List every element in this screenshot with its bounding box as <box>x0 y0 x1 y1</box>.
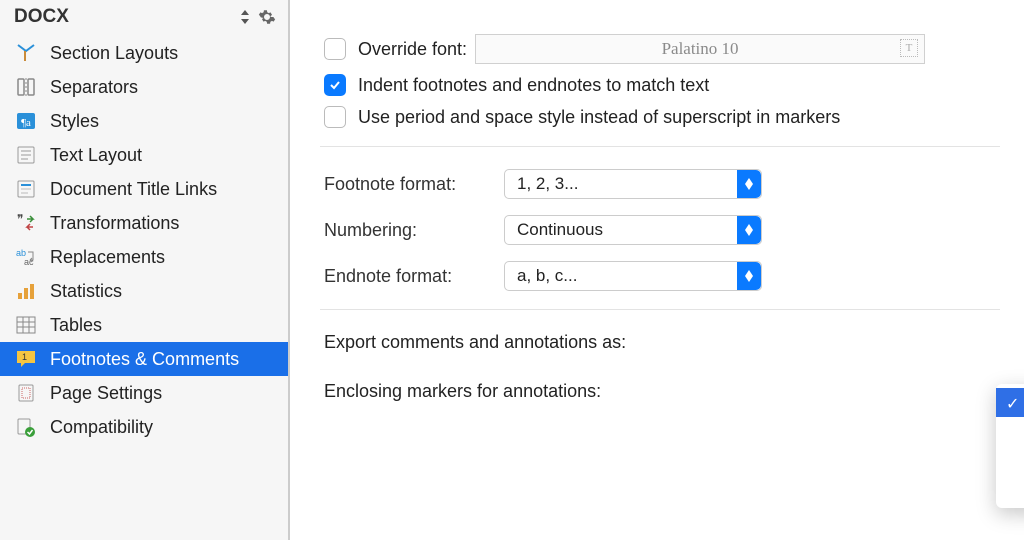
sidebar-item-tables[interactable]: Tables <box>0 308 288 342</box>
sidebar-item-label: Document Title Links <box>50 179 217 200</box>
sidebar-item-label: Separators <box>50 77 138 98</box>
footnote-format-value: 1, 2, 3... <box>517 174 578 194</box>
dropdown-item-footnotes[interactable]: Footnotes <box>996 446 1024 475</box>
select-arrows-icon <box>737 216 761 244</box>
numbering-select[interactable]: Continuous <box>504 215 762 245</box>
dropdown-item-inline-comments[interactable]: Inline comments <box>996 417 1024 446</box>
period-space-row: Use period and space style instead of su… <box>324 106 1000 128</box>
sidebar-item-statistics[interactable]: Statistics <box>0 274 288 308</box>
override-font-checkbox[interactable] <box>324 38 346 60</box>
divider-2 <box>320 309 1000 310</box>
sidebar-item-replacements[interactable]: abac Replacements <box>0 240 288 274</box>
sidebar-item-label: Page Settings <box>50 383 162 404</box>
indent-label: Indent footnotes and endnotes to match t… <box>358 75 709 96</box>
sidebar-item-label: Tables <box>50 315 102 336</box>
sidebar-item-label: Text Layout <box>50 145 142 166</box>
transformations-icon: ❞ <box>14 212 38 234</box>
sidebar-item-label: Replacements <box>50 247 165 268</box>
sidebar-item-footnotes-comments[interactable]: 1 Footnotes & Comments <box>0 342 288 376</box>
sidebar-item-separators[interactable]: Separators <box>0 70 288 104</box>
override-font-row: Override font: Palatino 10 T <box>324 34 1000 64</box>
export-dropdown: ✓ Margin comments Inline comments Footno… <box>996 384 1024 508</box>
indent-checkbox[interactable] <box>324 74 346 96</box>
sidebar-item-section-layouts[interactable]: Section Layouts <box>0 36 288 70</box>
period-space-checkbox[interactable] <box>324 106 346 128</box>
svg-text:¶a: ¶a <box>21 117 31 129</box>
endnote-format-label: Endnote format: <box>324 266 504 287</box>
indent-row: Indent footnotes and endnotes to match t… <box>324 74 1000 96</box>
enclosing-label: Enclosing markers for annotations: <box>324 381 1000 402</box>
sidebar-item-label: Compatibility <box>50 417 153 438</box>
dropdown-item-endnotes[interactable]: Endnotes <box>996 475 1024 504</box>
sidebar-item-text-layout[interactable]: Text Layout <box>0 138 288 172</box>
endnote-format-row: Endnote format: a, b, c... <box>324 261 1000 291</box>
sidebar-item-transformations[interactable]: ❞ Transformations <box>0 206 288 240</box>
svg-text:❞: ❞ <box>17 213 23 226</box>
sidebar-item-label: Statistics <box>50 281 122 302</box>
select-arrows-icon <box>737 170 761 198</box>
divider-1 <box>320 146 1000 147</box>
endnote-format-select[interactable]: a, b, c... <box>504 261 762 291</box>
sidebar-item-label: Styles <box>50 111 99 132</box>
export-label: Export comments and annotations as: <box>324 332 1000 353</box>
styles-icon: ¶a <box>14 110 38 132</box>
sidebar-item-document-title-links[interactable]: Document Title Links <box>0 172 288 206</box>
font-value: Palatino 10 <box>662 39 739 59</box>
numbering-value: Continuous <box>517 220 603 240</box>
sidebar-item-label: Section Layouts <box>50 43 178 64</box>
sidebar: DOCX Section Layouts Separators <box>0 0 290 540</box>
svg-text:1: 1 <box>22 352 27 362</box>
compatibility-icon <box>14 416 38 438</box>
main-panel: Override font: Palatino 10 T Indent foot… <box>290 0 1024 540</box>
footnote-format-label: Footnote format: <box>324 174 504 195</box>
text-layout-icon <box>14 144 38 166</box>
sidebar-item-compatibility[interactable]: Compatibility <box>0 410 288 444</box>
dropdown-item-margin-comments[interactable]: ✓ Margin comments <box>996 388 1024 417</box>
footnote-format-row: Footnote format: 1, 2, 3... <box>324 169 1000 199</box>
tables-icon <box>14 314 38 336</box>
replacements-icon: abac <box>14 246 38 268</box>
gear-icon[interactable] <box>256 6 278 28</box>
footnotes-comments-icon: 1 <box>14 348 38 370</box>
override-font-label: Override font: <box>358 39 467 60</box>
sidebar-item-styles[interactable]: ¶a Styles <box>0 104 288 138</box>
separators-icon <box>14 76 38 98</box>
font-field[interactable]: Palatino 10 T <box>475 34 925 64</box>
title-links-icon <box>14 178 38 200</box>
statistics-icon <box>14 280 38 302</box>
sidebar-item-label: Transformations <box>50 213 179 234</box>
footnote-format-select[interactable]: 1, 2, 3... <box>504 169 762 199</box>
font-picker-icon[interactable]: T <box>900 39 918 57</box>
numbering-row: Numbering: Continuous <box>324 215 1000 245</box>
endnote-format-value: a, b, c... <box>517 266 577 286</box>
check-icon: ✓ <box>1006 394 1019 414</box>
sidebar-title: DOCX <box>14 6 234 28</box>
sidebar-item-page-settings[interactable]: Page Settings <box>0 376 288 410</box>
select-arrows-icon <box>737 262 761 290</box>
page-settings-icon <box>14 382 38 404</box>
sidebar-list: Section Layouts Separators ¶a Styles Tex… <box>0 34 288 540</box>
period-space-label: Use period and space style instead of su… <box>358 107 840 128</box>
numbering-label: Numbering: <box>324 220 504 241</box>
sidebar-header: DOCX <box>0 0 288 34</box>
section-layouts-icon <box>14 42 38 64</box>
sort-icon[interactable] <box>234 6 256 28</box>
sidebar-item-label: Footnotes & Comments <box>50 349 239 370</box>
